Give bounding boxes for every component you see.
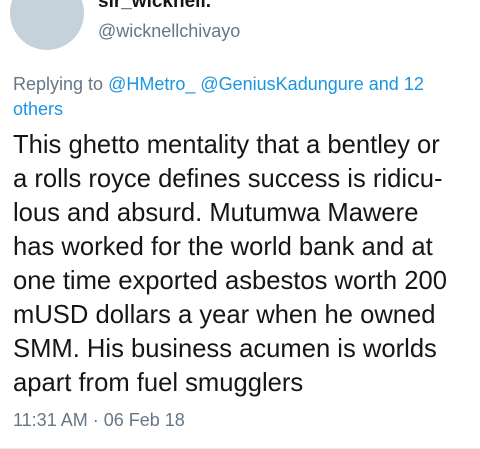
tweet-text-line: This ghetto mentality that a bentley or [13,131,440,159]
author-handle[interactable]: @wicknellchivayo [98,21,240,42]
tweet-text-line: a rolls royce defines success is ridicu- [13,165,443,193]
author-display-name[interactable]: sir_wicknell. [98,0,211,13]
tweet-detail: sir_wicknell. @wicknellchivayo Replying … [0,0,480,449]
replying-to-label: Replying to [13,74,109,94]
others-link[interactable]: others [13,99,63,119]
tweet-text-line: lous and absurd. Mutumwa Mawere [13,199,419,227]
others-count-link[interactable]: 12 [404,74,424,94]
timestamp-separator: · [87,410,104,430]
and-text: and [363,74,404,94]
mention-hmetro-link[interactable]: @HMetro_ [108,74,195,94]
tweet-text-line: apart from fuel smugglers [13,369,304,397]
mention-geniuskadungure-link[interactable]: @GeniusKadungure [200,74,363,94]
tweet-time: 11:31 AM [13,410,88,430]
tweet-timestamp[interactable]: 11:31 AM · 06 Feb 18 [13,410,185,431]
tweet-text-line: mUSD dollars a year when he owned [13,301,436,329]
replying-to: Replying to @HMetro_ @GeniusKadungure an… [13,72,453,122]
tweet-date: 06 Feb 18 [103,410,185,430]
tweet-text-line: one time exported asbestos worth 200 [13,267,447,295]
tweet-text: This ghetto mentality that a bentley or … [13,128,475,400]
tweet-text-line: SMM. His business acumen is worlds [13,335,437,363]
tweet-text-line: has worked for the world bank and at [13,233,433,261]
avatar[interactable] [10,0,84,50]
